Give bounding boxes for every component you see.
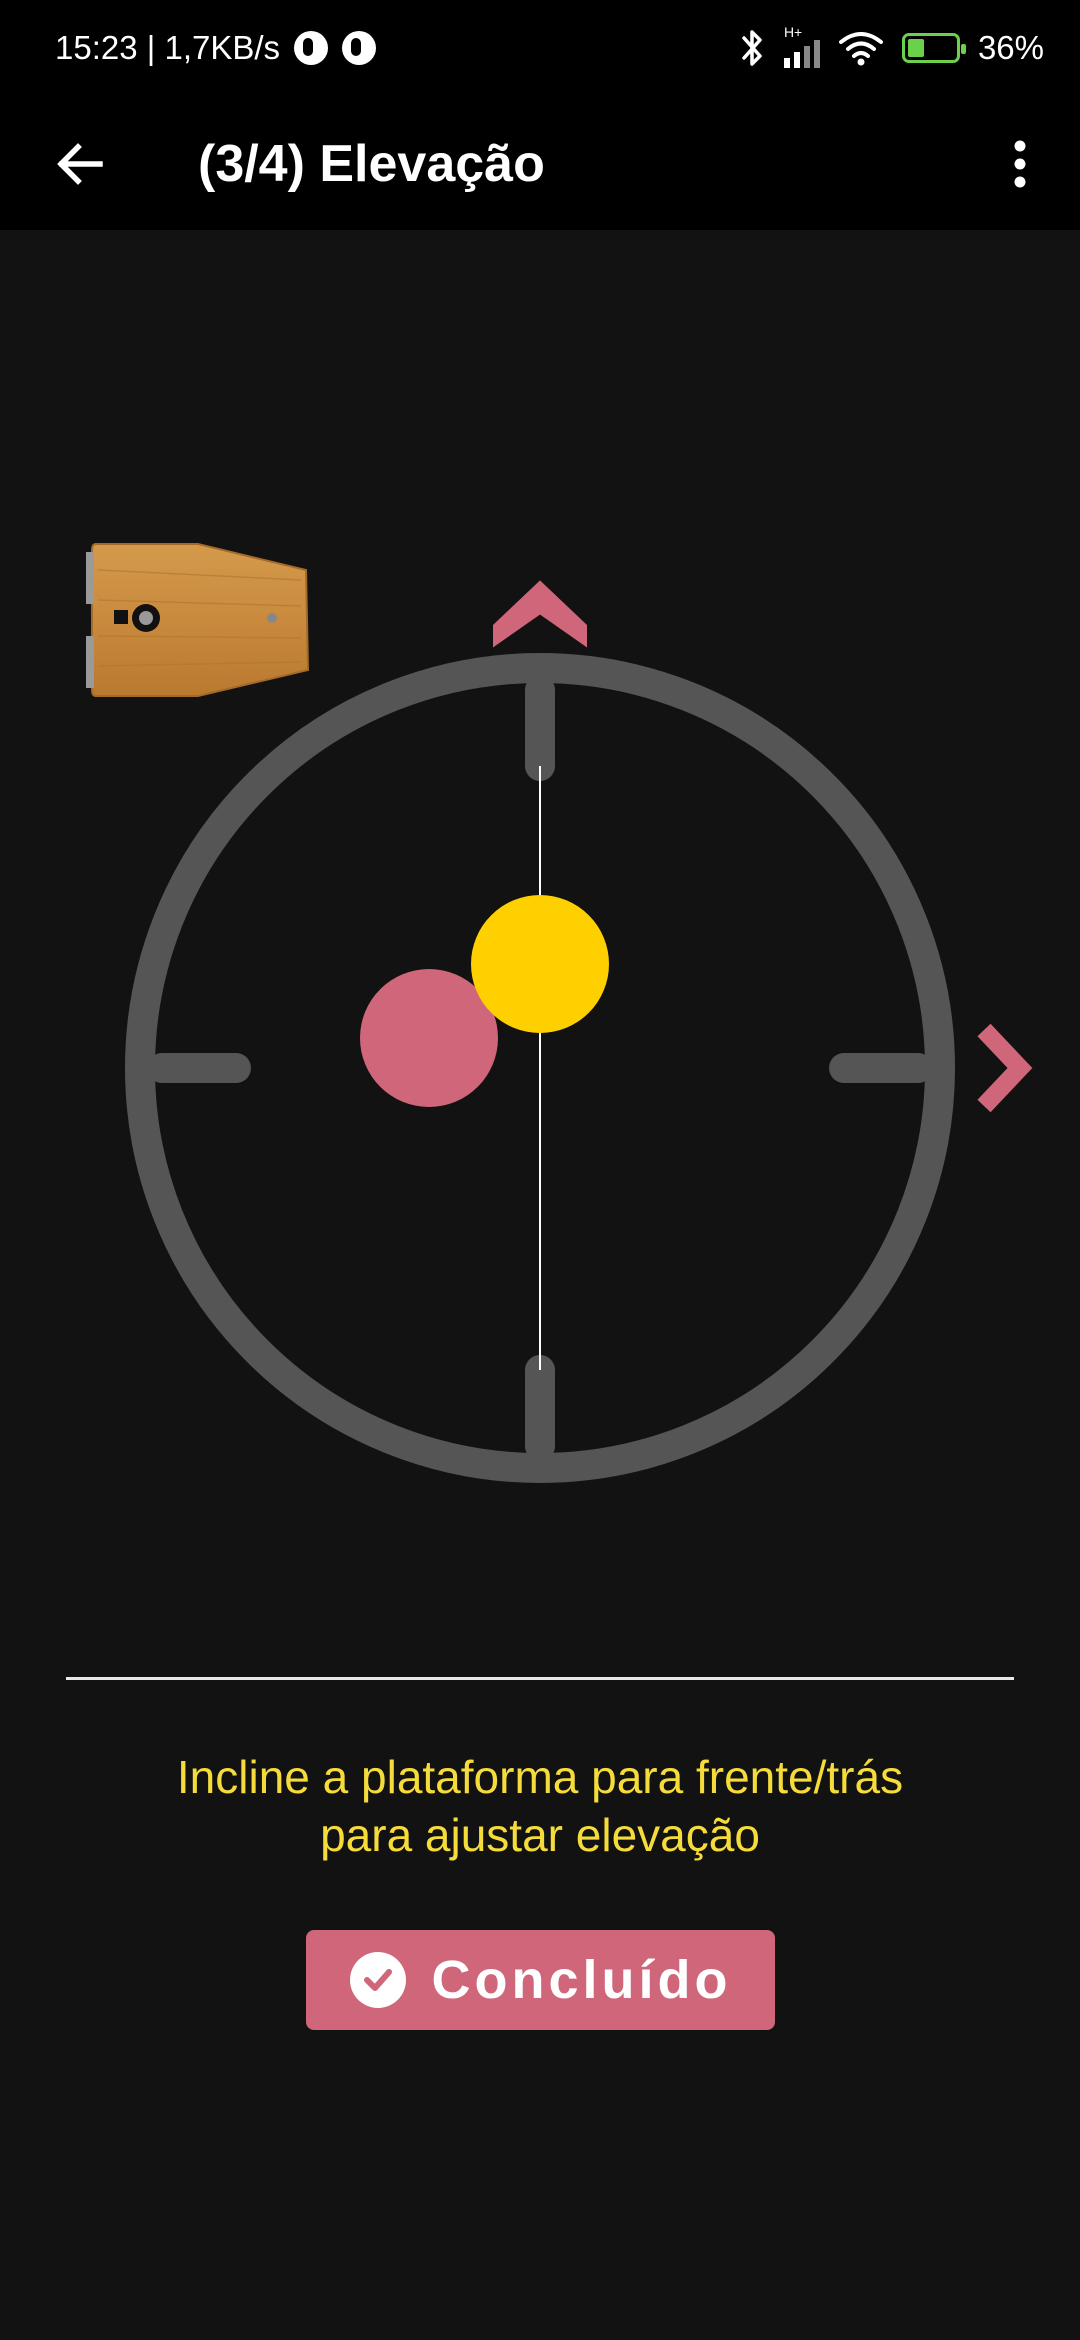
level-indicator [471,895,609,1033]
page-title: (3/4) Elevação [198,135,545,193]
status-time-speed: 15:23 | 1,7KB/s [55,29,281,66]
app-bar: (3/4) Elevação [0,96,1080,230]
battery-charging-icon [901,33,966,63]
status-left: 15:23 | 1,7KB/s [55,0,377,96]
chevron-right-icon [977,1023,1033,1113]
done-button[interactable]: Concluído [306,1930,775,2030]
done-button-label: Concluído [431,1950,732,2010]
back-button[interactable] [40,124,120,204]
status-bar: 15:23 | 1,7KB/s H+ 36% [0,0,1080,96]
instruction-text: Incline a plataforma para frente/trás pa… [0,1748,1080,1864]
network-type-label: H+ [783,24,803,40]
wifi-icon [838,32,883,66]
arrow-left-icon [57,143,103,185]
signal-icon: H+ [783,24,820,68]
more-options-button[interactable] [980,124,1060,204]
chevron-up-icon [493,580,587,648]
divider [66,1677,1014,1680]
check-circle-icon [349,1952,406,2008]
instruction-line-2: para ajustar elevação [320,1809,760,1861]
status-right: H+ 36% [740,0,1044,96]
battery-percent: 36% [977,29,1044,66]
instruction-line-1: Incline a plataforma para frente/trás [176,1751,904,1803]
more-vertical-icon [1014,140,1026,188]
level-gauge [125,580,1033,1483]
notification-icon [294,31,329,65]
bluetooth-icon [742,30,762,66]
notification-icon [342,31,377,65]
